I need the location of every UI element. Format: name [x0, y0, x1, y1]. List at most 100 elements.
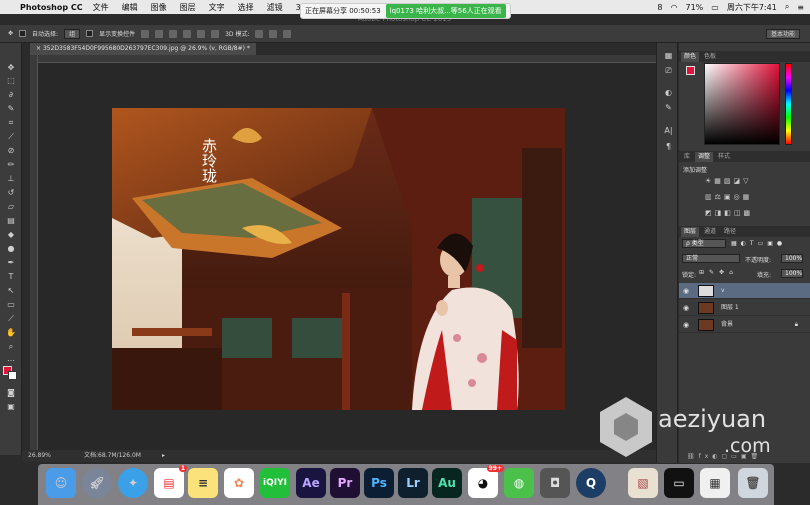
tab-channels[interactable]: 通道: [701, 227, 719, 237]
screen-mode-icon[interactable]: ▣: [5, 402, 17, 411]
crop-tool-icon[interactable]: ⌗: [5, 118, 17, 127]
layer-kind-filter[interactable]: ρ 类型: [682, 239, 726, 248]
photos-icon[interactable]: ✿: [224, 468, 254, 498]
align-middle-button[interactable]: [155, 29, 164, 38]
quick-select-tool-icon[interactable]: ✎: [5, 104, 17, 113]
share-viewers[interactable]: lq0173 哈利大叔...等56人正在观看: [385, 4, 506, 18]
color-panel-foreground[interactable]: [686, 66, 695, 75]
audition-icon[interactable]: Au: [432, 468, 462, 498]
lasso-tool-icon[interactable]: ∂: [5, 90, 17, 99]
screen-share-banner[interactable]: 正在屏幕分享 00:50:53 lq0173 哈利大叔...等56人正在观看: [300, 3, 511, 19]
brush-tool-icon[interactable]: ✏: [5, 160, 17, 169]
tab-adjustments[interactable]: 调整: [695, 151, 714, 162]
adjustment-icons-row-2[interactable]: ▥⚖▣◎▦: [705, 193, 752, 201]
preview-image-icon[interactable]: ▧: [628, 468, 658, 498]
after-effects-icon[interactable]: Ae: [296, 468, 326, 498]
brush-panel-icon[interactable]: ✎: [663, 103, 674, 112]
premiere-icon[interactable]: Pr: [330, 468, 360, 498]
lock-icon[interactable]: 🔒︎: [795, 317, 798, 333]
blend-mode-dropdown[interactable]: 正常: [682, 254, 740, 263]
document-image[interactable]: 赤玲珑: [112, 108, 565, 410]
pan-3d-button[interactable]: [283, 29, 292, 38]
layer-row-background[interactable]: ◉ 背景 🔒︎: [679, 317, 810, 333]
tab-color[interactable]: 颜色: [681, 51, 700, 62]
type-tool-icon[interactable]: T: [5, 272, 17, 281]
ruler-horizontal[interactable]: [38, 55, 656, 63]
app-name-menu[interactable]: Photoshop CC: [20, 3, 83, 12]
align-bottom-button[interactable]: [169, 29, 178, 38]
align-left-button[interactable]: [183, 29, 192, 38]
zoom-tool-icon[interactable]: ⌕: [5, 342, 17, 351]
photoshop-icon[interactable]: Ps: [364, 468, 394, 498]
shape-tool-icon[interactable]: ▭: [5, 300, 17, 309]
wifi-icon[interactable]: ◠: [671, 3, 678, 12]
show-transform-checkbox[interactable]: [86, 30, 94, 37]
menu-select[interactable]: 选择: [238, 2, 254, 13]
hue-slider[interactable]: [785, 63, 792, 145]
layer-row-v[interactable]: ◉ v: [679, 283, 810, 299]
background-color-swatch[interactable]: [8, 371, 17, 380]
battery-icon[interactable]: ▭: [711, 3, 719, 12]
menu-type[interactable]: 文字: [209, 2, 225, 13]
color-picker-field[interactable]: [704, 63, 780, 145]
history-panel-icon[interactable]: ▦: [663, 51, 674, 60]
align-right-button[interactable]: [211, 29, 220, 38]
menu-edit[interactable]: 编辑: [122, 2, 138, 13]
orbit-3d-button[interactable]: [255, 29, 264, 38]
hand-tool-icon[interactable]: ✋: [5, 328, 17, 337]
ruler-vertical[interactable]: [30, 55, 38, 450]
pen-tool-icon[interactable]: ✒: [5, 258, 17, 267]
clone-stamp-tool-icon[interactable]: ⊥: [5, 174, 17, 183]
history-brush-tool-icon[interactable]: ↺: [5, 188, 17, 197]
zoom-level[interactable]: 26.89%: [28, 450, 51, 462]
roll-3d-button[interactable]: [269, 29, 278, 38]
eraser-tool-icon[interactable]: ▱: [5, 202, 17, 211]
terminal-icon[interactable]: ▭: [664, 468, 694, 498]
launchpad-icon[interactable]: 🚀︎: [82, 468, 112, 498]
image-file-icon[interactable]: ▦: [700, 468, 730, 498]
status-arrow-icon[interactable]: ▸: [162, 450, 165, 462]
menu-filter[interactable]: 滤镜: [267, 2, 283, 13]
move-tool-icon[interactable]: ✥: [5, 63, 17, 72]
layer-row-layer1[interactable]: ◉ 图层 1: [679, 300, 810, 316]
lightroom-icon[interactable]: Lr: [398, 468, 428, 498]
swatch-panel-icon[interactable]: ◐: [663, 88, 674, 97]
line-tool-icon[interactable]: ⟋: [5, 314, 17, 323]
tab-paths[interactable]: 路径: [721, 227, 739, 237]
battery-percent[interactable]: 71%: [686, 3, 704, 12]
opacity-field[interactable]: 100%: [781, 254, 803, 263]
menu-layer[interactable]: 图层: [180, 2, 196, 13]
trash-icon[interactable]: 🗑︎: [738, 468, 768, 498]
workspace-switcher[interactable]: 基本功能: [765, 29, 800, 39]
dodge-tool-icon[interactable]: ●: [5, 244, 17, 253]
gradient-tool-icon[interactable]: ▤: [5, 216, 17, 225]
adjustment-icons-row-1[interactable]: ☀▦▨◪▽: [705, 177, 752, 185]
clock[interactable]: 周六下午7:41: [727, 2, 777, 13]
eyedropper-tool-icon[interactable]: ⟋: [5, 132, 17, 141]
notes-icon[interactable]: ≡: [188, 468, 218, 498]
document-size[interactable]: 文档:68.7M/126.0M: [84, 450, 141, 462]
screenshot-icon[interactable]: ◘: [540, 468, 570, 498]
marquee-tool-icon[interactable]: ⬚: [5, 76, 17, 85]
character-panel-icon[interactable]: A|: [663, 126, 674, 135]
search-icon[interactable]: ⌕: [785, 2, 789, 12]
auto-select-checkbox[interactable]: [19, 30, 27, 37]
input-source-indicator[interactable]: 8: [657, 3, 662, 12]
properties-panel-icon[interactable]: ⎚: [663, 66, 674, 76]
tab-layers[interactable]: 图层: [681, 226, 700, 237]
eye-icon[interactable]: ◉: [683, 300, 689, 316]
path-select-tool-icon[interactable]: ↖: [5, 286, 17, 295]
auto-select-dropdown[interactable]: 组: [64, 28, 81, 39]
align-top-button[interactable]: [141, 29, 150, 38]
move-tool-icon[interactable]: ✥: [8, 30, 13, 37]
healing-tool-icon[interactable]: ⊘: [5, 146, 17, 155]
menu-image[interactable]: 图像: [151, 2, 167, 13]
calendar-icon[interactable]: 1 ▤: [154, 465, 187, 498]
quicktime-icon[interactable]: Q: [576, 468, 606, 498]
tab-swatches[interactable]: 色板: [701, 52, 719, 62]
notification-icon[interactable]: ≡: [797, 3, 804, 12]
paragraph-panel-icon[interactable]: ¶: [663, 142, 674, 151]
layer-filter-icons[interactable]: ▦◐T▭▣●: [731, 240, 786, 247]
close-icon[interactable]: ×: [36, 45, 43, 52]
iqiyi-icon[interactable]: iQIYI: [260, 468, 290, 498]
